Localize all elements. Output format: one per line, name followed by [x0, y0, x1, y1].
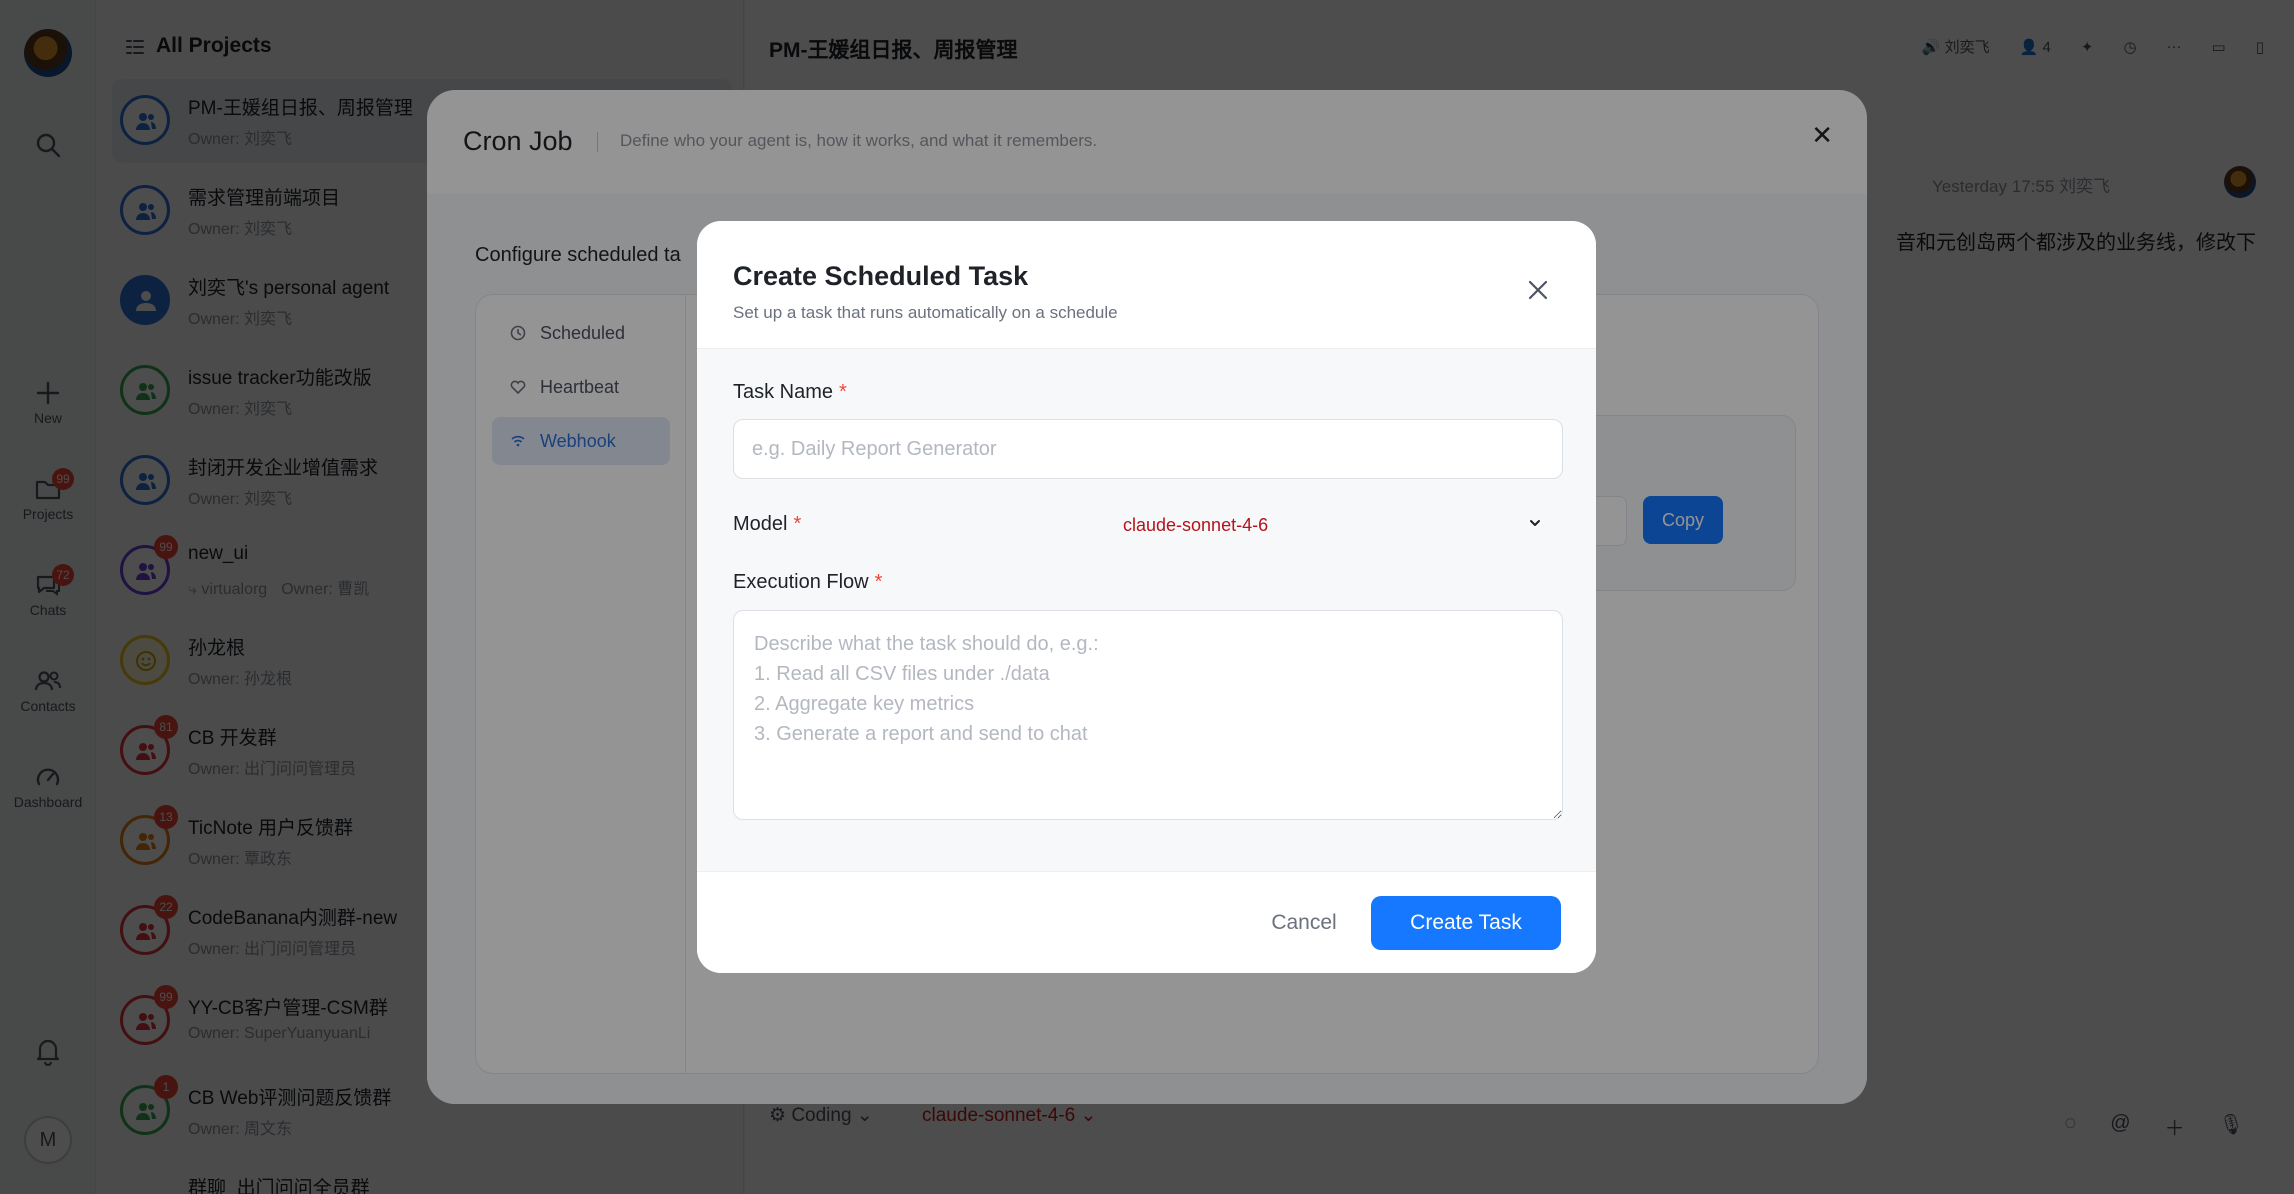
dialog-header: Create Scheduled Task Set up a task that…	[697, 221, 1596, 349]
task-name-label: Task Name *	[733, 381, 847, 404]
model-select[interactable]: claude-sonnet-4-6	[1123, 515, 1268, 536]
create-task-dialog: Create Scheduled Task Set up a task that…	[697, 221, 1596, 973]
dialog-footer: Cancel Create Task	[697, 871, 1596, 973]
chevron-down-icon[interactable]	[1527, 515, 1543, 531]
task-name-input[interactable]	[733, 419, 1563, 479]
model-label-text: Model	[733, 513, 788, 535]
cancel-button[interactable]: Cancel	[1247, 896, 1361, 950]
task-name-label-text: Task Name	[733, 381, 834, 403]
create-task-button[interactable]: Create Task	[1371, 896, 1561, 950]
required-mark: *	[793, 513, 802, 535]
dialog-title: Create Scheduled Task	[733, 261, 1029, 291]
model-label: Model *	[733, 513, 801, 536]
execution-flow-textarea[interactable]	[733, 610, 1563, 820]
dialog-subtitle: Set up a task that runs automatically on…	[733, 303, 1118, 322]
required-mark: *	[839, 381, 847, 403]
close-icon[interactable]	[1525, 277, 1551, 303]
required-mark: *	[874, 571, 883, 593]
execution-flow-label-text: Execution Flow	[733, 571, 869, 593]
execution-flow-label: Execution Flow *	[733, 571, 882, 594]
